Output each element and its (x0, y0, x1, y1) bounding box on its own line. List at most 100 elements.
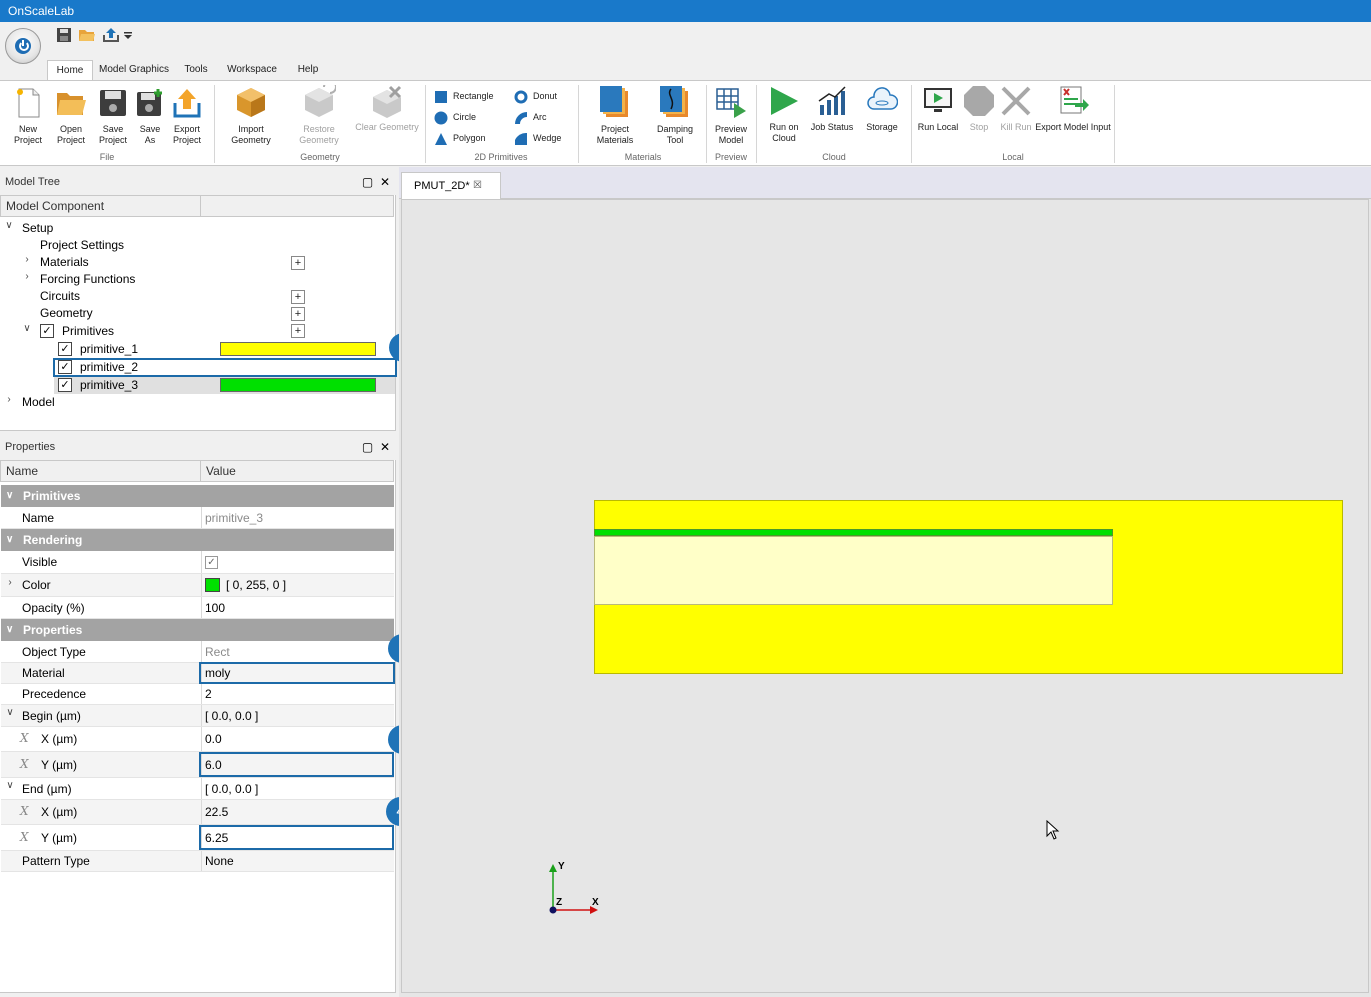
prop-row-end-x: X X (µm) 22.5 (1, 800, 394, 825)
color-swatch (205, 578, 220, 592)
primitive-2-shape[interactable] (594, 536, 1113, 605)
chevron-down-icon[interactable]: ∨ (22, 323, 32, 340)
opacity-value[interactable]: 100 (201, 597, 394, 618)
column-value: Value (206, 464, 236, 478)
primitive-3-checkbox[interactable]: ✓ (58, 378, 72, 392)
color-value[interactable]: [ 0, 255, 0 ] (201, 574, 394, 596)
chevron-right-icon[interactable]: › (22, 271, 32, 288)
arc-button[interactable]: Arc (514, 109, 547, 125)
tree-item-setup[interactable]: Setup (22, 220, 53, 237)
properties-column-header: Name Value (0, 460, 394, 482)
begin-x-value[interactable]: 0.0 (201, 727, 394, 751)
app-title: OnScaleLab (8, 4, 75, 18)
mouse-cursor-icon (1046, 820, 1060, 840)
float-icon[interactable]: ▢ (362, 440, 373, 454)
add-material-button[interactable]: + (291, 256, 305, 270)
circle-button[interactable]: Circle (434, 109, 476, 125)
callout-highlight-begin-y (199, 752, 394, 777)
tab-help[interactable]: Help (290, 60, 326, 81)
chevron-down-icon[interactable]: ∨ (5, 780, 15, 797)
primitive-1-color-swatch (220, 342, 376, 356)
tree-item-forcing-functions[interactable]: Forcing Functions (40, 271, 135, 288)
clear-geometry-button[interactable]: Clear Geometry (354, 85, 420, 133)
export-icon[interactable] (103, 28, 119, 42)
category-properties[interactable]: ∨ Properties (1, 619, 394, 641)
tree-item-circuits[interactable]: Circuits (40, 288, 80, 305)
precedence-value[interactable]: 2 (201, 684, 394, 704)
job-status-button[interactable]: Job Status (808, 85, 856, 133)
wedge-button[interactable]: Wedge (514, 130, 561, 146)
restore-geometry-button[interactable]: Restore Geometry (292, 80, 346, 146)
model-canvas[interactable]: Y Z X (401, 199, 1369, 993)
end-x-value[interactable]: 22.5 (201, 800, 394, 824)
tree-item-primitives[interactable]: Primitives (62, 323, 114, 340)
primitive-1-checkbox[interactable]: ✓ (58, 342, 72, 356)
primitives-checkbox[interactable]: ✓ (40, 324, 54, 338)
pattern-type-value[interactable]: None (201, 851, 394, 871)
export-project-button[interactable]: Export Project (166, 87, 208, 146)
tree-item-primitive-1[interactable]: primitive_1 (80, 341, 138, 358)
tree-item-project-settings[interactable]: Project Settings (40, 237, 124, 254)
file-group-label: File (99, 152, 115, 162)
import-geometry-button[interactable]: Import Geometry (226, 85, 276, 146)
tree-item-geometry[interactable]: Geometry (40, 305, 93, 322)
tree-item-model[interactable]: Model (22, 394, 55, 411)
add-primitive-button[interactable]: + (291, 324, 305, 338)
stop-button[interactable]: Stop (962, 85, 996, 133)
z-axis-label: Z (556, 897, 563, 908)
chevron-down-icon[interactable]: ∨ (4, 220, 14, 237)
add-circuit-button[interactable]: + (291, 290, 305, 304)
run-local-button[interactable]: Run Local (916, 85, 960, 133)
tab-model-graphics[interactable]: Model Graphics (98, 60, 170, 81)
save-project-button[interactable]: Save Project (92, 87, 134, 146)
tree-item-materials[interactable]: Materials (40, 254, 89, 271)
open-folder-icon[interactable] (79, 28, 95, 42)
chevron-down-icon[interactable]: ∨ (5, 707, 15, 724)
arc-icon (515, 111, 527, 124)
save-icon[interactable] (56, 28, 72, 42)
visible-value: ✓ (201, 551, 394, 573)
category-primitives[interactable]: ∨ Primitives (1, 485, 394, 507)
close-icon[interactable]: ✕ (380, 175, 390, 189)
primitive-3-shape[interactable] (594, 529, 1113, 536)
storage-button[interactable]: Storage (860, 85, 904, 133)
cloud-storage-icon (867, 87, 899, 110)
chevron-right-icon[interactable]: › (22, 254, 32, 271)
tree-item-primitive-3[interactable]: primitive_3 (80, 377, 138, 394)
name-value: primitive_3 (201, 507, 394, 528)
tab-home[interactable]: Home (47, 60, 93, 81)
close-icon[interactable]: ✕ (380, 440, 390, 454)
tab-tools[interactable]: Tools (177, 60, 215, 81)
save-as-button[interactable]: Save As (134, 87, 166, 146)
float-icon[interactable]: ▢ (362, 175, 373, 189)
export-model-input-button[interactable]: Export Model Input (1034, 85, 1112, 133)
document-area: PMUT_2D* ☒ Y Z X (399, 167, 1371, 997)
run-on-cloud-button[interactable]: Run on Cloud (762, 85, 806, 144)
rectangle-button[interactable]: Rectangle (434, 88, 494, 104)
primitive-3-color-swatch (220, 378, 376, 392)
begin-value: [ 0.0, 0.0 ] (201, 705, 394, 726)
polygon-icon (435, 132, 447, 145)
preview-model-button[interactable]: Preview Model (710, 85, 752, 146)
tab-workspace[interactable]: Workspace (224, 60, 280, 81)
polygon-button[interactable]: Polygon (434, 130, 486, 146)
close-tab-icon[interactable]: ☒ (473, 173, 482, 199)
donut-button[interactable]: Donut (514, 88, 557, 104)
damping-tool-button[interactable]: Damping Tool (650, 85, 700, 146)
chevron-right-icon[interactable]: › (4, 394, 14, 411)
project-materials-button[interactable]: Project Materials (592, 85, 638, 146)
chevron-down-icon: ∨ (6, 624, 14, 635)
new-file-icon (17, 88, 40, 118)
visible-checkbox[interactable]: ✓ (205, 555, 218, 569)
add-geometry-button[interactable]: + (291, 307, 305, 321)
kill-run-button[interactable]: Kill Run (998, 85, 1034, 133)
dropdown-arrow-icon[interactable] (123, 28, 133, 42)
new-project-button[interactable]: New Project (6, 87, 50, 146)
quick-access-toolbar (0, 22, 1371, 64)
model-tree-header: Model Tree ▢ ✕ (0, 170, 396, 194)
open-project-button[interactable]: Open Project (50, 87, 92, 146)
chevron-right-icon[interactable]: › (5, 577, 15, 594)
document-tab-pmut[interactable]: PMUT_2D* ☒ (401, 172, 501, 200)
preview-grid-icon (716, 88, 746, 118)
category-rendering[interactable]: ∨ Rendering (1, 529, 394, 551)
